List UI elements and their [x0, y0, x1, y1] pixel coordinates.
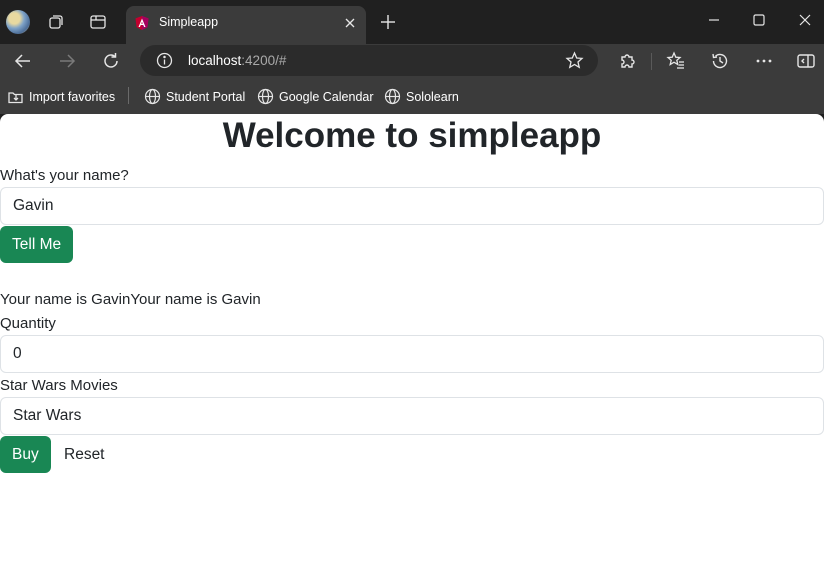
name-result-text: Your name is GavinYour name is Gavin [0, 291, 261, 308]
tab-title: Simpleapp [159, 15, 219, 29]
favorites-icon[interactable] [665, 50, 687, 72]
url-path: :4200/# [241, 53, 287, 68]
history-icon[interactable] [709, 50, 731, 72]
tell-me-button[interactable]: Tell Me [0, 226, 74, 263]
refresh-icon[interactable] [100, 50, 122, 72]
sidebar-icon[interactable] [795, 50, 817, 72]
close-tab-icon[interactable] [342, 15, 358, 31]
name-label: What's your name? [0, 167, 129, 184]
bookmark-import-favorites[interactable]: Import favorites [7, 88, 115, 105]
globe-icon [144, 88, 161, 105]
more-icon[interactable] [753, 50, 775, 72]
page-viewport: Welcome to simpleapp What's your name? T… [0, 114, 824, 579]
bookmark-student-portal[interactable]: Student Portal [144, 88, 245, 105]
buy-button[interactable]: Buy [0, 436, 51, 473]
workspaces-icon[interactable] [46, 12, 66, 32]
tab-actions-icon[interactable] [88, 12, 108, 32]
minimize-icon[interactable] [704, 10, 724, 30]
page-title: Welcome to simpleapp [222, 116, 602, 155]
movies-input[interactable] [0, 397, 824, 435]
reset-button[interactable]: Reset [52, 436, 117, 473]
bookmark-label: Sololearn [406, 89, 459, 104]
bookmark-label: Import favorites [29, 89, 116, 104]
info-icon[interactable] [156, 52, 173, 69]
angular-favicon-icon [134, 15, 150, 31]
url-host: localhost [188, 53, 242, 68]
bookmark-sololearn[interactable]: Sololearn [384, 88, 459, 105]
bookmark-google-calendar[interactable]: Google Calendar [257, 88, 374, 105]
url-text[interactable]: localhost:4200/# [188, 53, 286, 68]
quantity-label: Quantity [0, 315, 56, 332]
import-icon [7, 88, 24, 105]
quantity-input[interactable] [0, 335, 824, 373]
close-window-icon[interactable] [795, 10, 815, 30]
bookmarks-separator [128, 87, 129, 104]
forward-arrow-icon[interactable] [56, 50, 78, 72]
bookmarks-bar: Import favorites Student Portal Google C… [0, 78, 824, 114]
maximize-icon[interactable] [749, 10, 769, 30]
extensions-icon[interactable] [616, 50, 638, 72]
tab-strip: Simpleapp [0, 0, 824, 44]
back-arrow-icon[interactable] [12, 50, 34, 72]
navigation-bar: localhost:4200/# [0, 44, 824, 78]
address-bar[interactable]: localhost:4200/# [140, 45, 598, 76]
bookmark-label: Student Portal [166, 89, 246, 104]
globe-icon [257, 88, 274, 105]
new-tab-icon[interactable] [378, 12, 398, 32]
browser-tab[interactable]: Simpleapp [126, 6, 366, 44]
movies-label: Star Wars Movies [0, 377, 118, 394]
profile-avatar[interactable] [6, 10, 30, 34]
globe-icon [384, 88, 401, 105]
name-input[interactable] [0, 187, 824, 225]
toolbar-separator [651, 53, 652, 70]
star-icon[interactable] [565, 51, 584, 70]
bookmark-label: Google Calendar [279, 89, 374, 104]
